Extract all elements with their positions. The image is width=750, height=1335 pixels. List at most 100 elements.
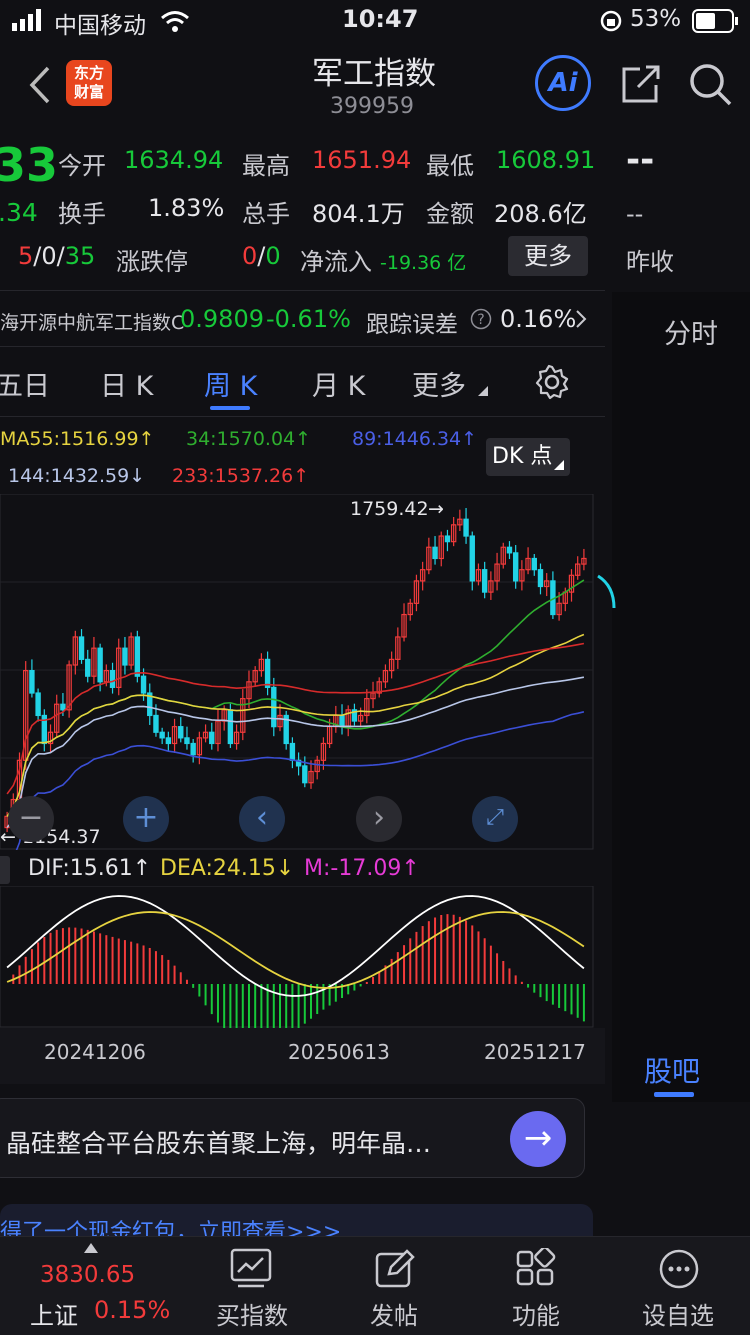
candle-body [190, 742, 196, 756]
tab-weekly-k[interactable]: 周 K [204, 364, 257, 403]
macd-m-label: M:-17.09↑ [304, 856, 420, 881]
ma34-line [6, 579, 585, 817]
divider [0, 290, 605, 291]
svg-text:?: ? [477, 312, 484, 328]
function-label[interactable]: 功能 [512, 1296, 560, 1331]
index-value[interactable]: 3830.65 [40, 1262, 135, 1288]
dropdown-corner-icon [478, 386, 488, 396]
low-value: 1608.91 [496, 146, 596, 174]
candle-body [140, 675, 147, 694]
dropdown-corner-icon [554, 460, 564, 470]
chart-icon[interactable] [230, 1248, 272, 1288]
caret-up-icon [84, 1243, 98, 1253]
status-bar: 中国移动 10:47 53% [0, 0, 750, 40]
candle-body [481, 569, 488, 593]
app-logo[interactable]: 东方 财富 [66, 60, 112, 106]
more-icon[interactable] [658, 1248, 700, 1290]
settings-gear-icon[interactable] [534, 364, 570, 400]
candle-body [165, 737, 172, 745]
candle-body [97, 647, 103, 683]
comment-preview-text[interactable]: 晶硅整合平台股东首聚上海，明年晶… [6, 1124, 431, 1160]
kline-chart[interactable] [0, 494, 594, 850]
flat-count: 0 [41, 242, 57, 270]
last-price: 33 [0, 138, 59, 192]
limit-down-count: 0 [265, 242, 281, 270]
candle-body [209, 731, 215, 745]
ai-button[interactable]: Ai [535, 55, 591, 111]
candle-body [60, 703, 66, 711]
edit-icon[interactable] [375, 1248, 417, 1290]
macd-dif-label: DIF:15.61↑ [28, 856, 152, 881]
x-tick-2: 20250613 [288, 1040, 390, 1064]
limit-values: 0/0 [242, 242, 281, 270]
more-quote-button[interactable]: 更多 [508, 236, 588, 276]
tab-daily-k[interactable]: 日 K [100, 364, 153, 403]
tab-monthly-k[interactable]: 月 K [312, 364, 365, 403]
candle-body [302, 765, 308, 784]
logo-text-bottom: 财富 [73, 83, 104, 101]
lock-rotation-icon [600, 10, 622, 32]
stock-code: 399959 [330, 94, 414, 119]
limit-up-count: 0 [242, 242, 258, 270]
grid-icon[interactable] [516, 1248, 556, 1288]
decline-count: 35 [64, 242, 96, 270]
indicator-switch[interactable] [0, 856, 10, 884]
candle-body [29, 669, 35, 694]
zoom-out-button[interactable]: − [8, 796, 54, 842]
share-icon[interactable] [620, 63, 662, 105]
index-name[interactable]: 上证 [30, 1296, 78, 1331]
scroll-indicator-icon [597, 574, 616, 609]
tab-more[interactable]: 更多 [412, 364, 466, 403]
zoom-in-button[interactable]: + [123, 796, 169, 842]
volume-label: 总手 [242, 200, 290, 228]
macd-dea-label: DEA:24.15↓ [160, 856, 295, 881]
candle-body [153, 714, 159, 733]
index-change[interactable]: 0.15% [94, 1296, 170, 1324]
tab-guba[interactable]: 股吧 [644, 1050, 700, 1090]
divider [0, 416, 605, 417]
track-error-value: 0.16% [500, 305, 577, 333]
candle-body [289, 742, 296, 761]
high-value: 1651.94 [312, 146, 412, 174]
ma55-label: MA55:1516.99↑ [0, 428, 155, 450]
candle-body [122, 647, 128, 666]
chevron-right-icon[interactable] [574, 308, 588, 330]
side-change-placeholder: -- [626, 200, 644, 228]
post-label[interactable]: 发帖 [370, 1296, 418, 1331]
candle-body [512, 552, 519, 582]
fund-name[interactable]: 海开源中航军工指数C [0, 308, 184, 335]
battery-icon [692, 9, 738, 33]
signal-icon [12, 9, 41, 31]
tab-indicator [210, 406, 250, 410]
candle-body [134, 636, 141, 677]
x-tick-3: 20251217 [484, 1040, 586, 1064]
tab-5day[interactable]: 五日 [0, 364, 50, 403]
candle-body [444, 535, 451, 543]
dk-point-button[interactable]: DK 点 [486, 438, 570, 476]
page-title: 军工指数 [312, 56, 436, 92]
send-button[interactable]: → [510, 1111, 566, 1167]
side-price-placeholder: -- [626, 140, 655, 180]
help-icon[interactable]: ? [470, 308, 492, 330]
buy-index-label[interactable]: 买指数 [216, 1296, 288, 1331]
netflow-label: 净流入 [300, 248, 372, 276]
scroll-left-button[interactable]: ‹ [239, 796, 285, 842]
add-watchlist-label[interactable]: 设自选 [642, 1296, 714, 1331]
macd-chart[interactable] [0, 886, 594, 1028]
candle-body [227, 709, 234, 745]
limit-label: 涨跌停 [116, 248, 188, 276]
advance-decline: 5/0/35 [18, 242, 95, 270]
scroll-right-button[interactable]: › [356, 796, 402, 842]
candle-body [469, 535, 475, 582]
back-arrow-icon[interactable] [28, 66, 52, 104]
search-icon[interactable] [688, 62, 732, 106]
tab-intraday[interactable]: 分时 [664, 312, 718, 351]
ma144-label: 144:1432.59↓ [8, 465, 146, 487]
guba-tab-indicator [654, 1092, 694, 1097]
candle-body [531, 557, 537, 571]
max-arrow: → [428, 498, 444, 520]
high-label: 最高 [242, 152, 290, 180]
open-value: 1634.94 [124, 146, 224, 174]
x-tick-1: 20241206 [44, 1040, 146, 1064]
fullscreen-button[interactable]: ⤢ [472, 796, 518, 842]
